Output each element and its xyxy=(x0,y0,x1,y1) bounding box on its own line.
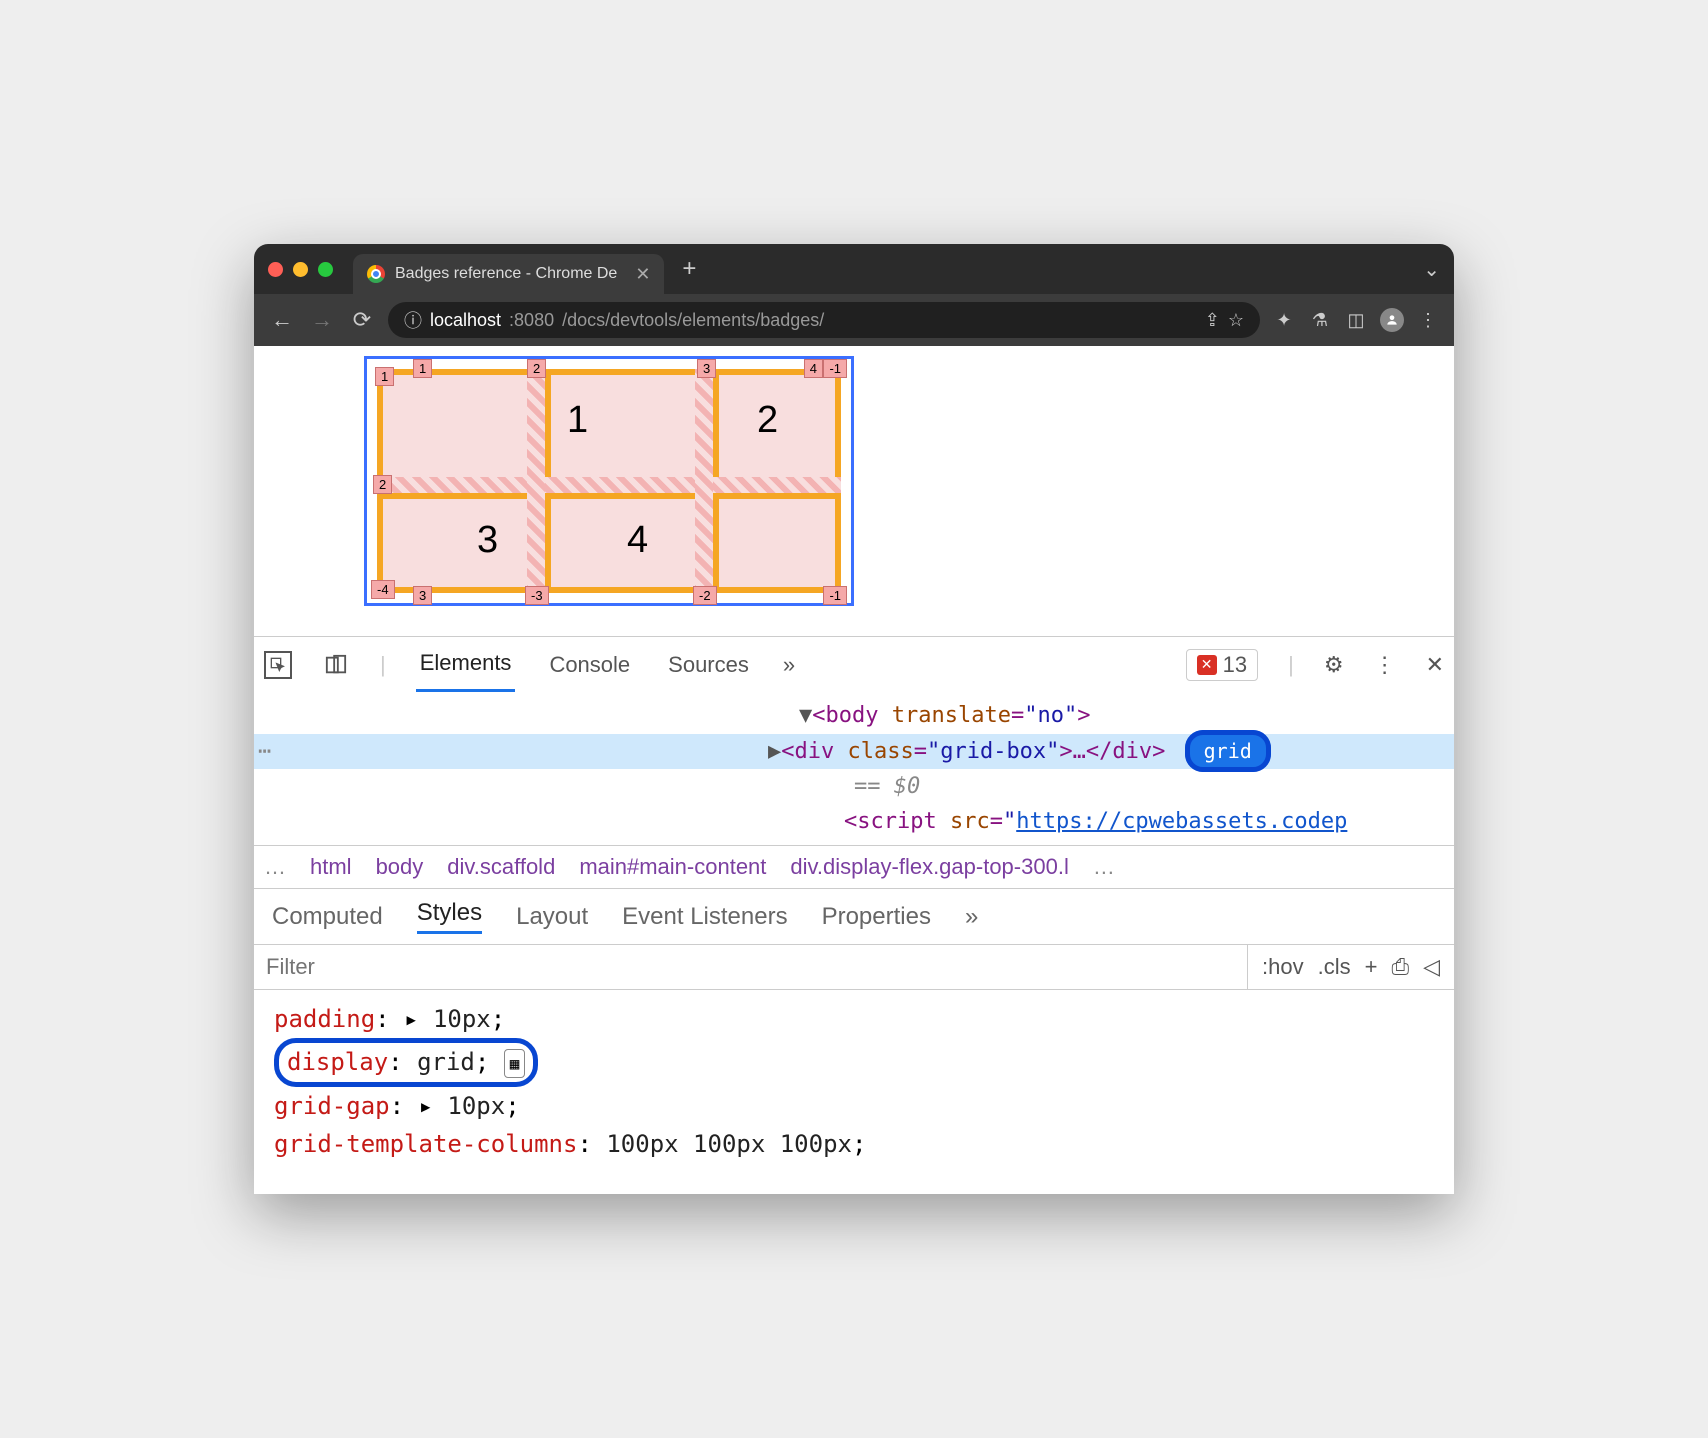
css-decl-padding[interactable]: padding: ▸ 10px; xyxy=(274,1000,1434,1038)
grid-cell-2: 2 xyxy=(757,399,778,442)
profile-avatar[interactable] xyxy=(1380,308,1404,332)
styles-filter-input[interactable] xyxy=(254,954,1247,980)
grid-label: 1 xyxy=(375,367,394,386)
share-icon[interactable]: ⇪ xyxy=(1205,310,1220,331)
grid-label: 4 xyxy=(804,359,823,378)
tab-elements[interactable]: Elements xyxy=(416,637,516,692)
crumb-main[interactable]: main#main-content xyxy=(579,854,766,880)
crumb-ellipsis-end[interactable]: … xyxy=(1093,854,1115,880)
info-icon: ⓘ xyxy=(404,307,422,333)
styles-filter-row: :hov .cls + ⎙ ◁ xyxy=(254,944,1454,990)
script-src-link[interactable]: https://cpwebassets.codep xyxy=(1016,809,1347,834)
grid-editor-icon[interactable]: ▦ xyxy=(504,1049,526,1079)
grid-badge[interactable]: grid xyxy=(1185,730,1271,772)
close-devtools-icon[interactable]: ✕ xyxy=(1426,652,1444,678)
grid-label: -1 xyxy=(823,586,847,605)
maximize-window-button[interactable] xyxy=(318,262,333,277)
labs-icon[interactable]: ⚗ xyxy=(1308,310,1332,331)
crumb-flex[interactable]: div.display-flex.gap-top-300.l xyxy=(790,854,1068,880)
settings-icon[interactable]: ⚙ xyxy=(1324,652,1344,678)
grid-label: 3 xyxy=(697,359,716,378)
crumb-ellipsis[interactable]: … xyxy=(264,854,286,880)
dom-selected-node[interactable]: ⋯ ▶<div class="grid-box">…</div> grid xyxy=(254,734,1454,769)
minimize-window-button[interactable] xyxy=(293,262,308,277)
dom-body-node[interactable]: ▼<body translate="no"> xyxy=(254,698,1454,733)
tab-styles[interactable]: Styles xyxy=(417,899,482,934)
address-bar[interactable]: ⓘ localhost :8080/docs/devtools/elements/… xyxy=(388,302,1260,338)
grid-label: 1 xyxy=(413,359,432,378)
tab-console[interactable]: Console xyxy=(545,637,634,692)
browser-toolbar: ← → ⟳ ⓘ localhost :8080/docs/devtools/ele… xyxy=(254,294,1454,346)
css-decl-grid-template-columns[interactable]: grid-template-columns: 100px 100px 100px… xyxy=(274,1125,1434,1163)
grid-label: -4 xyxy=(371,580,395,599)
page-viewport: 1 2 3 4 1 1 2 3 4 -1 2 -4 3 -3 -2 -1 xyxy=(254,346,1454,636)
tab-title: Badges reference - Chrome De xyxy=(395,265,617,283)
titlebar: Badges reference - Chrome De ✕ + ⌄ xyxy=(254,244,1454,294)
tab-sources[interactable]: Sources xyxy=(664,637,753,692)
reload-button[interactable]: ⟳ xyxy=(348,307,376,333)
grid-overlay: 1 2 3 4 1 1 2 3 4 -1 2 -4 3 -3 -2 -1 xyxy=(364,356,854,606)
grid-label: 2 xyxy=(373,475,392,494)
css-decl-display[interactable]: display: grid; ▦ xyxy=(274,1038,1434,1086)
tabs-chevron-icon[interactable]: ⌄ xyxy=(1423,257,1440,282)
extensions-icon[interactable]: ✦ xyxy=(1272,310,1296,331)
crumb-body[interactable]: body xyxy=(376,854,424,880)
dom-selection-marker: == $0 xyxy=(254,769,1454,804)
hov-toggle[interactable]: :hov xyxy=(1262,954,1304,980)
more-tabs-icon[interactable]: » xyxy=(783,652,795,678)
url-path: /docs/devtools/elements/badges/ xyxy=(562,310,824,331)
grid-cell-4: 4 xyxy=(627,519,648,562)
crumb-html[interactable]: html xyxy=(310,854,352,880)
error-icon: ✕ xyxy=(1197,655,1217,675)
forward-button[interactable]: → xyxy=(308,307,336,333)
panel-icon[interactable]: ◫ xyxy=(1344,310,1368,331)
tab-computed[interactable]: Computed xyxy=(272,903,383,931)
grid-label: -1 xyxy=(823,359,847,378)
more-styles-tabs-icon[interactable]: » xyxy=(965,903,978,931)
kebab-menu-icon[interactable]: ⋮ xyxy=(1374,652,1396,678)
grid-label: -3 xyxy=(525,586,549,605)
inspect-icon[interactable] xyxy=(264,651,292,679)
grid-label: -2 xyxy=(693,586,717,605)
styles-tabbar: Computed Styles Layout Event Listeners P… xyxy=(254,889,1454,944)
grid-cell-1: 1 xyxy=(567,399,588,442)
grid-label: 3 xyxy=(413,586,432,605)
devtools-tabbar: | Elements Console Sources » ✕ 13 | ⚙ ⋮ … xyxy=(254,636,1454,692)
crumb-scaffold[interactable]: div.scaffold xyxy=(447,854,555,880)
dom-tree: ▼<body translate="no"> ⋯ ▶<div class="gr… xyxy=(254,692,1454,845)
close-window-button[interactable] xyxy=(268,262,283,277)
window-controls xyxy=(268,262,333,277)
device-toggle-icon[interactable] xyxy=(322,651,350,679)
paint-icon[interactable]: ⎙ xyxy=(1391,954,1409,980)
back-button[interactable]: ← xyxy=(268,307,296,333)
cls-toggle[interactable]: .cls xyxy=(1318,954,1351,980)
new-rule-icon[interactable]: + xyxy=(1365,954,1378,980)
css-decl-grid-gap[interactable]: grid-gap: ▸ 10px; xyxy=(274,1087,1434,1125)
chrome-icon xyxy=(367,265,385,283)
dom-breadcrumb: … html body div.scaffold main#main-conte… xyxy=(254,845,1454,889)
ellipsis-icon: ⋯ xyxy=(258,734,318,769)
url-port: :8080 xyxy=(509,310,554,331)
error-count-badge[interactable]: ✕ 13 xyxy=(1186,649,1258,681)
browser-window: Badges reference - Chrome De ✕ + ⌄ ← → ⟳… xyxy=(254,244,1454,1193)
tab-event-listeners[interactable]: Event Listeners xyxy=(622,903,787,931)
grid-cell-3: 3 xyxy=(477,519,498,562)
url-host: localhost xyxy=(430,310,501,331)
browser-tab[interactable]: Badges reference - Chrome De ✕ xyxy=(353,254,664,294)
panel-toggle-icon[interactable]: ◁ xyxy=(1423,954,1440,980)
grid-label: 2 xyxy=(527,359,546,378)
new-tab-button[interactable]: + xyxy=(682,255,696,283)
close-tab-icon[interactable]: ✕ xyxy=(635,264,650,285)
error-count: 13 xyxy=(1223,652,1247,678)
dom-script-node[interactable]: <script src="https://cpwebassets.codep xyxy=(254,804,1454,839)
tab-layout[interactable]: Layout xyxy=(516,903,588,931)
css-rules: padding: ▸ 10px; display: grid; ▦ grid-g… xyxy=(254,990,1454,1194)
tab-properties[interactable]: Properties xyxy=(822,903,931,931)
bookmark-icon[interactable]: ☆ xyxy=(1228,310,1244,331)
menu-icon[interactable]: ⋮ xyxy=(1416,310,1440,331)
